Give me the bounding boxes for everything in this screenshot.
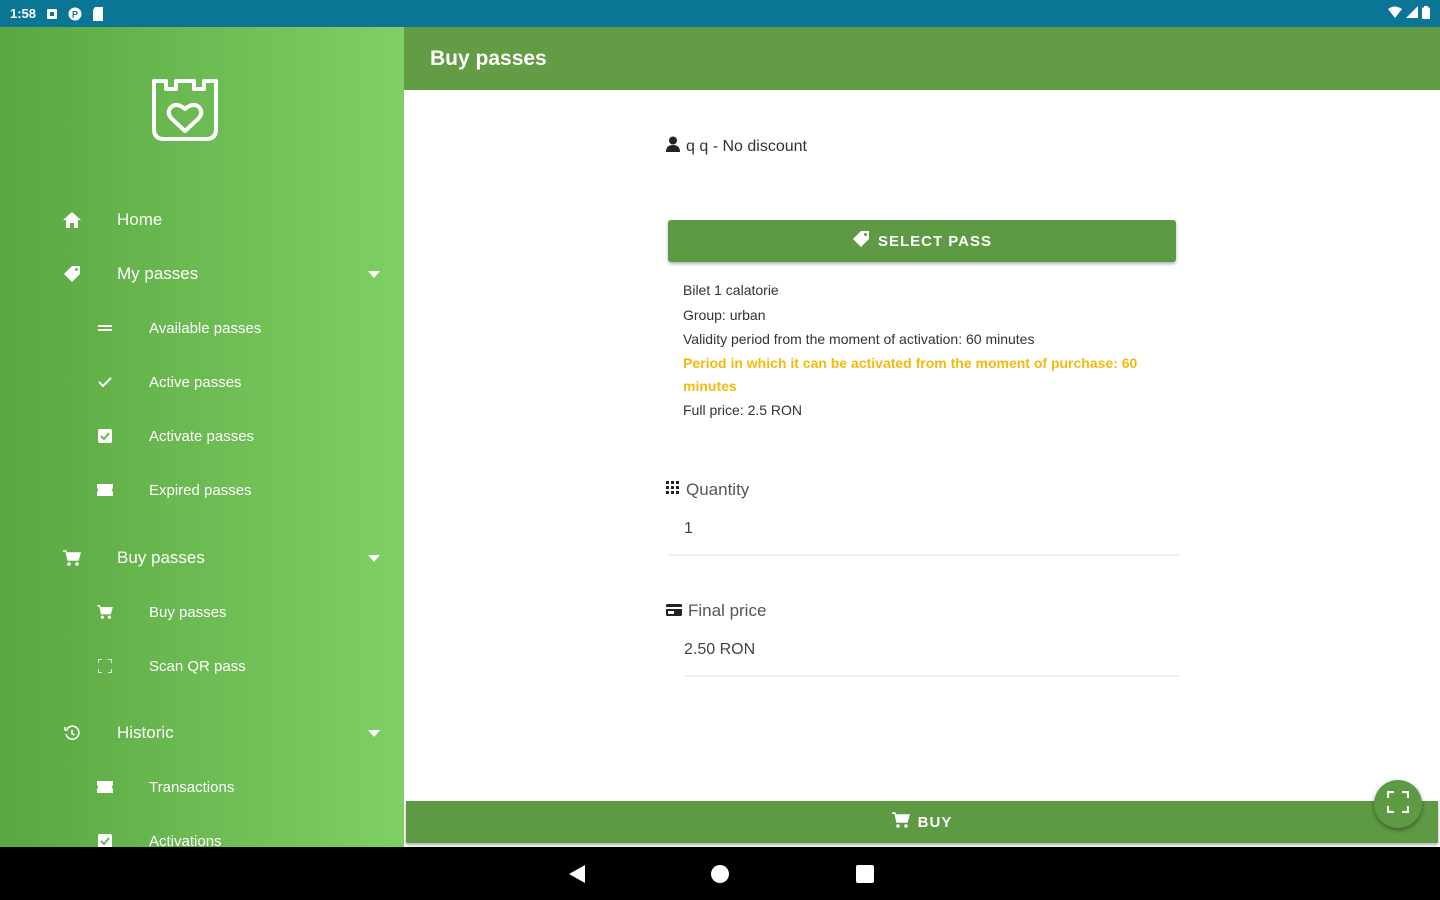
drawer-item-label: Buy passes [117, 548, 205, 567]
ticket-icon [96, 480, 114, 500]
grid-icon [666, 480, 680, 500]
pass-name: Bilet 1 calatorie [683, 282, 779, 298]
pass-activation-period: Period in which it can be activated from… [683, 354, 1138, 394]
page-title: Buy passes [430, 46, 547, 70]
drawer-item-my-passes[interactable]: My passes [0, 254, 404, 294]
battery-icon [1422, 5, 1430, 22]
quantity-underline [668, 554, 1180, 556]
person-icon [666, 136, 680, 157]
drawer-item-scan-qr-pass[interactable]: Scan QR pass [0, 646, 404, 686]
drawer-item-label: Active passes [149, 373, 242, 391]
drawer-item-available-passes[interactable]: Available passes [0, 308, 404, 348]
drawer-item-label: Scan QR pass [149, 657, 246, 675]
buy-button[interactable]: BUY [406, 801, 1438, 843]
user-discount-text: q q - No discount [686, 137, 807, 155]
drawer-item-home[interactable]: Home [0, 200, 404, 240]
navigation-drawer: Home My passes Available passes Active p… [0, 27, 404, 847]
cart-icon [96, 602, 114, 622]
svg-text:P: P [72, 9, 78, 19]
drawer-item-expired-passes[interactable]: Expired passes [0, 470, 404, 510]
pass-full-price: Full price: 2.5 RON [683, 401, 803, 418]
final-price-label-text: Final price [688, 601, 767, 620]
fullscreen-icon [1386, 790, 1410, 818]
wifi-icon [1388, 6, 1402, 21]
app-bar: Buy passes [404, 27, 1440, 90]
drawer-item-label: Historic [117, 723, 174, 742]
drawer-item-label: My passes [117, 264, 199, 283]
chevron-down-icon[interactable] [368, 554, 380, 562]
list-icon [96, 318, 114, 338]
drawer-item-buy-passes[interactable]: Buy passes [0, 592, 404, 632]
app-logo [150, 75, 220, 145]
home-icon [62, 210, 82, 230]
drawer-item-activations[interactable]: Activations [0, 821, 404, 847]
home-button[interactable] [709, 863, 731, 885]
cart-icon [891, 812, 910, 832]
final-price-value: 2.50 RON [684, 641, 756, 658]
user-info: q q - No discount [666, 136, 807, 157]
drawer-item-label: Home [117, 210, 163, 229]
transactions-icon [96, 777, 114, 797]
pass-validity: Validity period from the moment of activ… [683, 331, 1035, 347]
quantity-label-text: Quantity [686, 480, 750, 499]
quantity-field[interactable]: 1 [684, 520, 693, 538]
history-icon [62, 723, 82, 743]
pass-group: Group: urban [683, 306, 766, 323]
credit-card-icon [666, 601, 682, 621]
drawer-item-historic[interactable]: Historic [0, 713, 404, 753]
status-time: 1:58 [10, 6, 37, 21]
checkbox-icon [96, 426, 114, 446]
notification-icon [45, 7, 59, 21]
buy-label: BUY [917, 813, 953, 831]
drawer-item-label: Available passes [149, 319, 262, 337]
scan-icon [96, 656, 114, 676]
tag-icon [852, 230, 870, 252]
drawer-item-label: Activate passes [149, 427, 255, 445]
sd-card-icon [91, 6, 105, 21]
checkbox-icon [96, 831, 114, 847]
select-pass-button[interactable]: SELECT PASS [668, 220, 1176, 262]
chevron-down-icon[interactable] [368, 270, 380, 278]
scan-fab-button[interactable] [1374, 780, 1422, 828]
signal-icon [1406, 6, 1418, 21]
drawer-item-label: Transactions [149, 778, 235, 796]
recents-button[interactable] [854, 863, 876, 885]
tag-icon [62, 264, 82, 284]
cart-icon [62, 548, 82, 568]
drawer-item-label: Expired passes [149, 481, 252, 499]
select-pass-label: SELECT PASS [877, 232, 993, 250]
drawer-item-label: Buy passes [149, 603, 227, 621]
main-content: q q - No discount SELECT PASS Bilet 1 ca… [404, 90, 1440, 847]
status-bar: 1:58 P [0, 0, 1440, 27]
drawer-item-transactions[interactable]: Transactions [0, 767, 404, 807]
check-icon [96, 372, 114, 392]
drawer-item-activate-passes[interactable]: Activate passes [0, 416, 404, 456]
back-button[interactable] [566, 863, 588, 885]
chevron-down-icon[interactable] [368, 729, 380, 737]
final-price-underline [684, 675, 1180, 677]
quantity-label: Quantity [666, 480, 749, 500]
final-price-label: Final price [666, 601, 766, 621]
pass-details: Bilet 1 calatorie Group: urban Validity … [683, 278, 1163, 422]
drawer-item-active-passes[interactable]: Active passes [0, 362, 404, 402]
app-notification-icon: P [68, 7, 82, 21]
system-nav-bar [0, 847, 1440, 900]
drawer-item-label: Activations [149, 832, 222, 848]
drawer-item-buy-passes-group[interactable]: Buy passes [0, 538, 404, 578]
